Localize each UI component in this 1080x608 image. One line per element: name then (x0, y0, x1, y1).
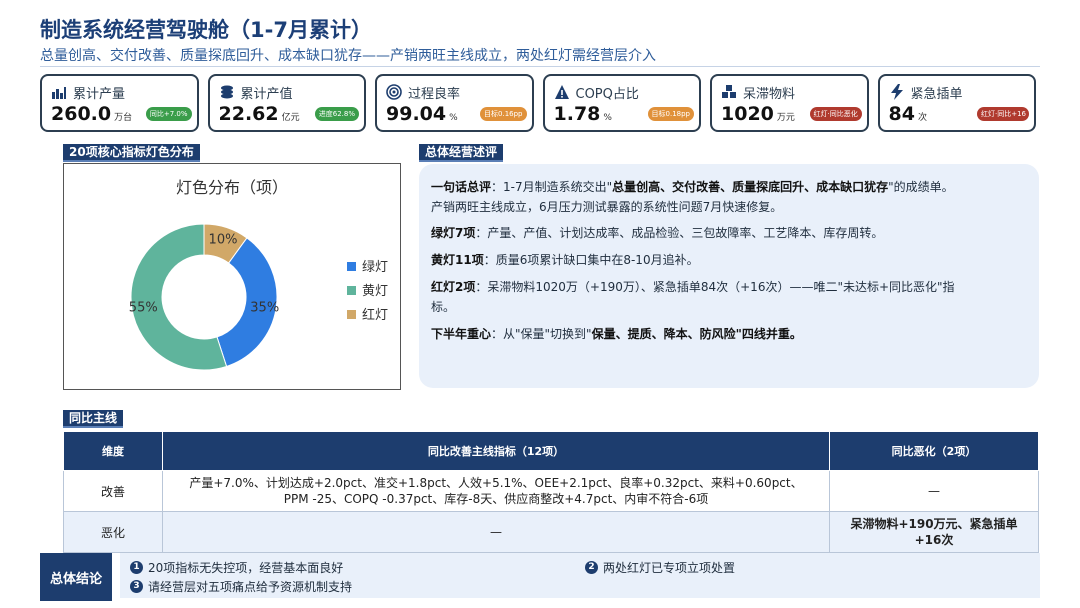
kpi-unit: % (449, 113, 458, 123)
target-icon (386, 84, 402, 100)
page-title: 制造系统经营驾驶舱（1-7月累计） (40, 18, 372, 42)
bar-chart-icon (52, 87, 66, 99)
review-green: 绿灯7项：产量、产值、计划达成率、成品检验、三包故障率、工艺降本、库存周转。 (431, 226, 884, 240)
boxes-icon (722, 85, 736, 98)
legend-label: 绿灯 (362, 260, 388, 275)
number-badge: 2 (585, 561, 598, 574)
table-header: 同比改善主线指标（12项） (162, 431, 830, 471)
legend-swatch (347, 286, 356, 295)
yoy-table: 维度 同比改善主线指标（12项） 同比恶化（2项） 改善 产量+7.0%、计划达… (63, 431, 1039, 553)
review-red: 红灯2项：呆滞物料1020万（+190万）、紧急插单84次（+16次）——唯二"… (431, 280, 955, 314)
review-focus: 下半年重心：从"保量"切换到"保量、提质、降本、防风险"四线并重。 (431, 327, 802, 341)
number-badge: 3 (130, 580, 143, 593)
status-badge: 红灯·同比恶化 (809, 107, 862, 121)
status-badge: 目标0.18pp (647, 107, 694, 121)
kpi-card-copq[interactable]: COPQ占比 1.78% 目标0.18pp (542, 74, 701, 132)
title-divider (40, 66, 1040, 67)
kpi-label: 累计产量 (73, 87, 126, 102)
table-row: 恶化 — 呆滞物料+190万元、紧急插单 +16次 (63, 511, 1039, 553)
kpi-value: 260.0 万台 (51, 103, 133, 125)
pie-data-label: 55% (129, 301, 158, 316)
kpi-label: COPQ占比 (575, 87, 639, 102)
kpi-label: 呆滞物料 (743, 87, 796, 102)
table-cell: 恶化 (63, 511, 163, 553)
table-cell: — (162, 511, 830, 553)
kpi-value: 1020 万元 (721, 103, 795, 125)
status-badge: 红灯·同比+16 (977, 107, 1029, 121)
review-panel: 一句话总评：1-7月制造系统交出"总量创高、交付改善、质量探底回升、成本缺口犹存… (419, 164, 1039, 388)
table-row: 改善 产量+7.0%、计划达成+2.0pct、准交+1.8pct、人效+5.1%… (63, 470, 1039, 512)
table-cell: 呆滞物料+190万元、紧急插单 +16次 (829, 511, 1039, 553)
kpi-card-yield[interactable]: 过程良率 99.04% 目标0.16pp (375, 74, 534, 132)
conclusion-panel: 1 20项指标无失控项，经营基本面良好 2 两处红灯已专项立项处置 3 请经营层对五项… (120, 553, 1040, 598)
review-summary: 一句话总评：1-7月制造系统交出"总量创高、交付改善、质量探底回升、成本缺口犹存… (431, 180, 954, 214)
pie-data-label: 35% (250, 301, 279, 316)
legend-swatch (347, 262, 356, 271)
kpi-label: 紧急插单 (910, 87, 963, 102)
status-badge: 进度62.8% (314, 107, 359, 121)
kpi-label: 累计产值 (240, 87, 293, 102)
kpi-value: 22.62 亿元 (218, 103, 300, 125)
kpi-value: 1.78% (553, 103, 612, 125)
kpi-card-urgent[interactable]: 紧急插单 84 次 红灯·同比+16 (877, 74, 1036, 132)
pie-data-label: 10% (209, 233, 238, 248)
conclusion-item: 3 请经营层对五项痛点给予资源机制支持 (130, 578, 352, 595)
section-tag-yoy: 同比主线 (63, 410, 124, 428)
number-badge: 1 (130, 561, 143, 574)
status-badge: 同比+7.0% (145, 107, 192, 121)
kpi-unit: 万元 (776, 113, 795, 123)
donut-chart: 10% 35% 55% 绿灯黄灯红灯 (129, 223, 388, 371)
conclusion-tag: 总体结论 (40, 553, 112, 601)
lightning-icon (890, 84, 903, 100)
page-subtitle: 总量创高、交付改善、质量探底回升、成本缺口犹存——产销两旺主线成立，两处红灯需经… (40, 48, 656, 64)
kpi-card-stagnant[interactable]: 呆滞物料 1020 万元 红灯·同比恶化 (710, 74, 869, 132)
kpi-card-output[interactable]: 累计产量 260.0 万台 同比+7.0% (40, 74, 199, 132)
legend-label: 黄灯 (362, 284, 388, 299)
light-distribution-chart: 灯色分布（项） 10% 35% 55% 绿灯 黄灯 红灯 (63, 163, 401, 390)
legend-swatch (347, 310, 356, 319)
table-cell: — (829, 470, 1039, 512)
kpi-card-value[interactable]: 累计产值 22.62 亿元 进度62.8% (207, 74, 366, 132)
kpi-unit: % (603, 113, 612, 123)
status-badge: 目标0.16pp (480, 107, 527, 121)
section-tag-review: 总体经营述评 (419, 144, 504, 162)
section-tag-lights: 20项核心指标灯色分布 (63, 144, 200, 162)
table-cell: 改善 (63, 470, 163, 512)
kpi-row: 累计产量 260.0 万台 同比+7.0% 累计产值 22.62 亿元 进度62.8… (40, 74, 1036, 132)
review-yellow: 黄灯11项：质量6项累计缺口集中在8-10月追补。 (431, 253, 699, 267)
warning-icon (554, 85, 569, 99)
kpi-unit: 次 (917, 113, 927, 123)
kpi-unit: 万台 (114, 113, 133, 123)
table-header: 维度 (63, 431, 163, 471)
kpi-label: 过程良率 (408, 87, 461, 102)
coins-icon (220, 85, 233, 99)
conclusion-item: 2 两处红灯已专项立项处置 (585, 559, 735, 576)
kpi-unit: 亿元 (281, 113, 300, 123)
legend-label: 红灯 (362, 307, 388, 323)
table-cell: 产量+7.0%、计划达成+2.0pct、准交+1.8pct、人效+5.1%、OE… (162, 470, 830, 512)
kpi-value: 99.04% (386, 103, 458, 125)
kpi-value: 84 次 (888, 103, 927, 125)
table-header: 同比恶化（2项） (829, 431, 1039, 471)
conclusion-item: 1 20项指标无失控项，经营基本面良好 (130, 559, 343, 576)
